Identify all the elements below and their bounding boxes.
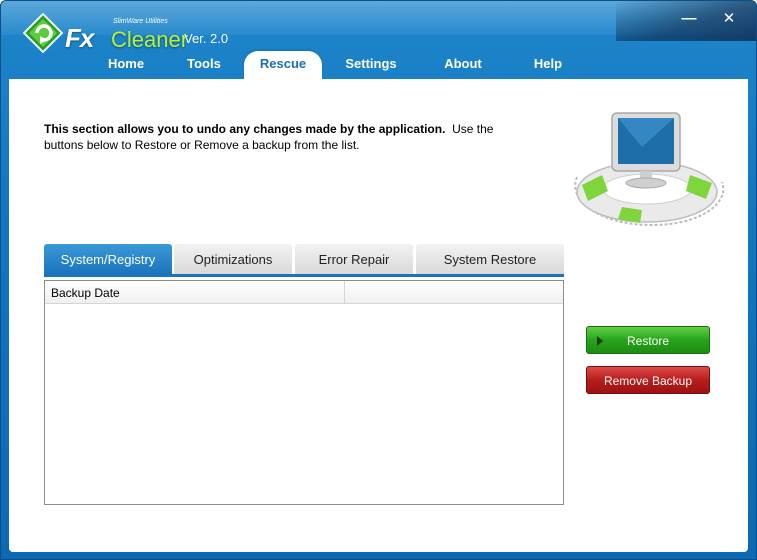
nav-help[interactable]: Help (513, 51, 583, 79)
remove-backup-button-label: Remove Backup (603, 374, 693, 388)
tab-system-restore[interactable]: System Restore (416, 244, 564, 274)
column-blank[interactable] (345, 281, 563, 303)
brand-fx: Fx (65, 23, 94, 53)
restore-button-label: Restore (626, 334, 670, 348)
computer-lifebuoy-icon (562, 107, 732, 232)
app-version: Ver. 2.0 (184, 31, 229, 46)
column-backup-date[interactable]: Backup Date (45, 281, 345, 303)
list-header: Backup Date (45, 281, 563, 304)
restore-button[interactable]: Restore (586, 326, 710, 354)
nav-settings[interactable]: Settings (336, 51, 406, 79)
nav-rescue[interactable]: Rescue (244, 51, 322, 79)
nav-about[interactable]: About (428, 51, 498, 79)
tab-system-registry[interactable]: System/Registry (44, 244, 172, 274)
minimize-icon[interactable]: — (679, 9, 699, 29)
app-window: SlimWare Utilities Fx Cleaner Ver. 2.0 —… (0, 0, 757, 560)
backup-category-tabs: System/Registry Optimizations Error Repa… (44, 244, 564, 278)
brand-cleaner: Cleaner (111, 27, 189, 52)
tab-error-repair[interactable]: Error Repair (295, 244, 413, 274)
intro-bold: This section allows you to undo any chan… (44, 122, 446, 136)
nav-home[interactable]: Home (91, 51, 161, 79)
backup-list[interactable]: Backup Date (44, 280, 564, 505)
remove-backup-button[interactable]: Remove Backup (586, 366, 710, 394)
nav-tools[interactable]: Tools (171, 51, 237, 79)
play-icon (597, 336, 603, 346)
rescue-panel: This section allows you to undo any chan… (9, 79, 748, 552)
main-nav: Home Tools Rescue Settings About Help (91, 51, 591, 79)
brand-tagline: SlimWare Utilities (113, 18, 168, 25)
close-icon[interactable]: ✕ (719, 9, 739, 29)
tab-optimizations[interactable]: Optimizations (174, 244, 292, 274)
intro-text: This section allows you to undo any chan… (44, 121, 514, 153)
tab-underline (44, 274, 564, 277)
fxcleaner-logo-icon (22, 12, 64, 54)
